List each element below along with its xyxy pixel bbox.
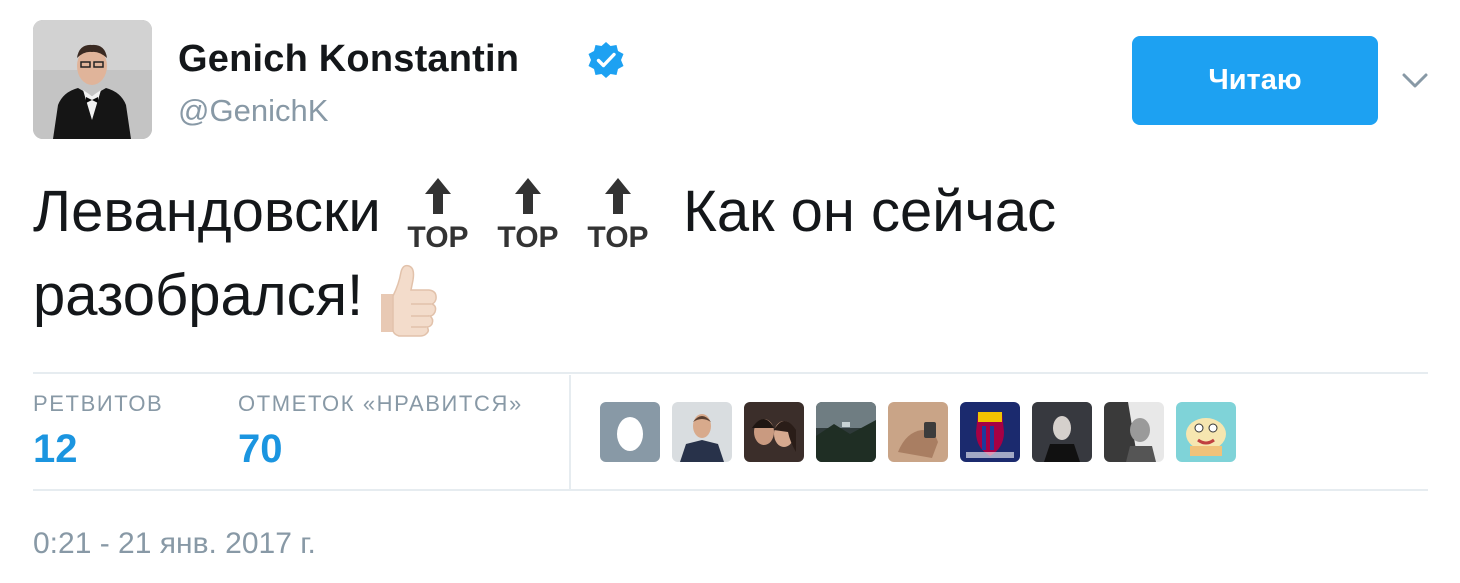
liker-avatar-cartoon[interactable]	[1176, 402, 1236, 462]
top-emoji-text: TOP	[497, 221, 558, 254]
tweet-text: Левандовски TOP TOP TOP Как он сейчас ра…	[33, 170, 1433, 338]
verified-badge-icon	[588, 42, 624, 78]
retweets-label: РЕТВИТОВ	[33, 391, 164, 416]
likes-label: ОТМЕТОК «НРАВИТСЯ»	[238, 391, 523, 416]
stats-separator	[569, 375, 571, 489]
tweet-text-line-1: Левандовски TOP TOP TOP Как он сейчас	[33, 170, 1433, 254]
tweet-text-line-2: разобрался!	[33, 254, 1433, 338]
top-arrow-emoji-icon: TOP	[407, 178, 469, 254]
likes-count[interactable]: 70	[238, 427, 523, 472]
liker-avatar-fcb-logo[interactable]	[960, 402, 1020, 462]
top-emoji-text: TOP	[587, 221, 648, 254]
retweets-stat[interactable]: РЕТВИТОВ 12	[33, 391, 163, 472]
retweets-count[interactable]: 12	[33, 427, 163, 472]
divider-bottom	[33, 489, 1428, 491]
liker-avatar-couple[interactable]	[744, 402, 804, 462]
divider-top	[33, 372, 1428, 374]
liker-avatar-egg[interactable]	[600, 402, 660, 462]
tweet-text-part-1: Левандовски	[33, 179, 381, 244]
tweet-stats: РЕТВИТОВ 12 ОТМЕТОК «НРАВИТСЯ» 70	[33, 375, 1428, 489]
user-avatar[interactable]	[33, 20, 152, 139]
tweet-timestamp[interactable]: 0:21 - 21 янв. 2017 г.	[33, 527, 316, 561]
liker-avatar-man-dark[interactable]	[1032, 402, 1092, 462]
liker-avatar-man-suit[interactable]	[672, 402, 732, 462]
user-handle[interactable]: @GenichK	[178, 93, 328, 129]
top-emoji-text: TOP	[407, 221, 468, 254]
tweet-text-part-2: Как он сейчас	[683, 179, 1057, 244]
top-arrow-emoji-icon: TOP	[587, 178, 649, 254]
follow-button[interactable]: Читаю	[1132, 36, 1378, 125]
liker-avatar-bw-photo[interactable]	[1104, 402, 1164, 462]
likers-avatars	[600, 402, 1248, 462]
liker-avatar-hand[interactable]	[888, 402, 948, 462]
thumbs-up-icon	[381, 264, 438, 337]
chevron-down-icon[interactable]	[1397, 62, 1433, 98]
tweet-text-part-3: разобрался!	[33, 263, 364, 328]
user-display-name[interactable]: Genich Konstantin	[178, 38, 519, 81]
top-arrow-emoji-icon: TOP	[497, 178, 559, 254]
liker-avatar-landscape[interactable]	[816, 402, 876, 462]
likes-stat[interactable]: ОТМЕТОК «НРАВИТСЯ» 70	[238, 391, 523, 472]
tweet-header: Genich Konstantin @GenichK Читаю	[33, 20, 1433, 140]
